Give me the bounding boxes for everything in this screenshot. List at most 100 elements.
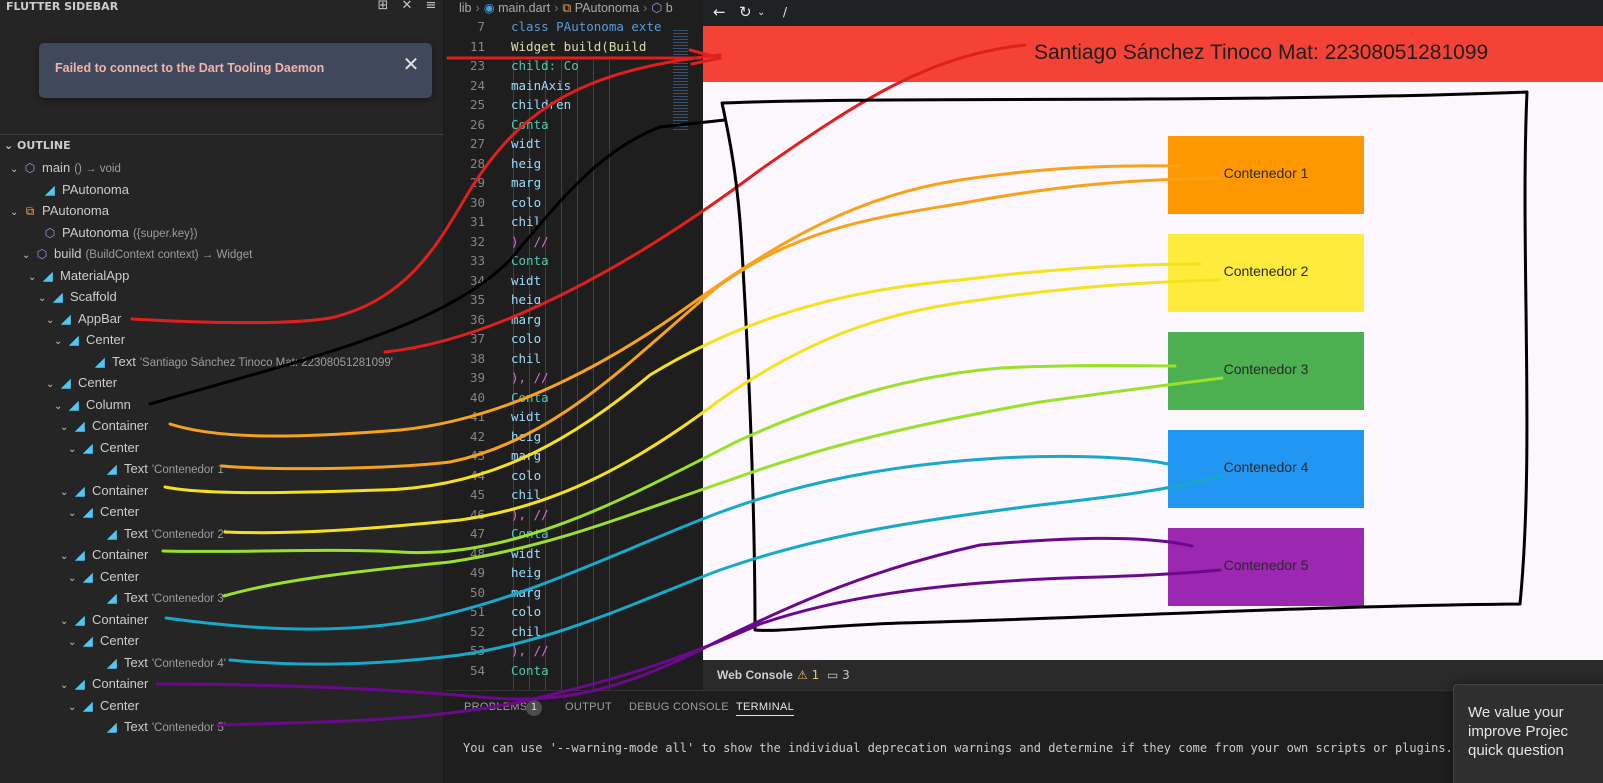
code-line[interactable]: Conta (511, 663, 549, 678)
outline-item[interactable]: ◢ Text 'Contenedor 1' (92, 458, 226, 479)
chevron-down-icon[interactable]: ⌄ (60, 417, 72, 438)
warning-icon[interactable]: ⚠ 1 (797, 668, 819, 682)
code-line[interactable]: chil (511, 487, 541, 502)
code-line[interactable]: colo (511, 468, 541, 483)
code-line[interactable]: Widget build(Build (511, 39, 646, 54)
code-line[interactable]: mainAxis (511, 78, 571, 93)
code-line[interactable]: ), // (511, 507, 549, 522)
tools-icon[interactable]: ✕ (398, 0, 416, 16)
outline-item[interactable]: ⌄ ⬡ build (BuildContext context) → Widget (22, 243, 252, 264)
outline-header[interactable]: ⌄ OUTLINE (4, 139, 71, 152)
code-line[interactable]: widt (511, 136, 541, 151)
code-line[interactable]: chil (511, 624, 541, 639)
outline-item[interactable]: ◢ PAutonoma (30, 179, 129, 200)
web-console-title[interactable]: Web Console (717, 668, 793, 682)
outline-item[interactable]: ⌄ ◢ Center (68, 566, 139, 587)
chevron-down-icon[interactable]: ⌄ (54, 331, 66, 352)
breadcrumb-item[interactable]: PAutonoma (575, 1, 639, 15)
code-line[interactable]: chil (511, 214, 541, 229)
outline-item[interactable]: ⌄ ⬡ main() → void (10, 157, 121, 178)
outline-item[interactable]: ◢ Text 'Contenedor 2' (92, 523, 226, 544)
code-line[interactable]: ), // (511, 643, 549, 658)
code-line[interactable]: Conta (511, 526, 549, 541)
chevron-down-icon[interactable]: ⌄ (10, 159, 22, 180)
breadcrumb-item[interactable]: lib (459, 1, 472, 15)
outline-item[interactable]: ⌄ ⧉ PAutonoma (10, 200, 109, 221)
chevron-down-icon[interactable]: ⌄ (60, 611, 72, 632)
outline-item[interactable]: ⌄ ◢ Container (60, 609, 148, 630)
code-line[interactable]: colo (511, 195, 541, 210)
chevron-down-icon[interactable]: ⌄ (22, 245, 34, 266)
outline-item[interactable]: ⌄ ◢ Container (60, 673, 148, 694)
tab-output[interactable]: OUTPUT (565, 701, 612, 713)
code-line[interactable]: widt (511, 273, 541, 288)
chevron-down-icon[interactable]: ⌄ (60, 675, 72, 696)
chevron-down-icon[interactable]: ⌄ (38, 288, 50, 309)
code-line[interactable]: heig (511, 156, 541, 171)
outline-item[interactable]: ⌄ ◢ Center (46, 372, 117, 393)
message-icon[interactable]: ▭ 3 (827, 668, 850, 682)
chevron-down-icon[interactable]: ⌄ (68, 697, 80, 718)
outline-item[interactable]: ⬡ PAutonoma ({super.key}) (30, 222, 198, 243)
code-line[interactable]: class PAutonoma exte (511, 19, 662, 34)
tab-problems[interactable]: PROBLEMS (464, 701, 528, 713)
outline-item[interactable]: ⌄ ◢ Center (68, 437, 139, 458)
outline-item[interactable]: ⌄ ◢ MaterialApp (28, 265, 129, 286)
code-line[interactable]: Conta (511, 253, 549, 268)
outline-item[interactable]: ⌄ ◢ Scaffold (38, 286, 117, 307)
chevron-down-icon[interactable]: ⌄ (54, 396, 66, 417)
code-line[interactable]: marg (511, 585, 541, 600)
collapse-all-icon[interactable]: ≡ (422, 0, 440, 16)
code-line[interactable]: heig (511, 565, 541, 580)
chevron-down-icon[interactable]: ⌄ (10, 202, 22, 223)
code-line[interactable]: child: Co (511, 58, 579, 73)
code-line[interactable]: heig (511, 292, 541, 307)
reload-icon[interactable]: ↻ (739, 3, 752, 21)
outline-item[interactable]: ◢ Text 'Santiago Sánchez Tinoco Mat: 22308… (80, 351, 393, 372)
new-folder-icon[interactable]: ⊞ (374, 0, 392, 16)
minimap[interactable] (673, 30, 688, 130)
outline-item[interactable]: ⌄ ◢ Container (60, 544, 148, 565)
outline-item[interactable]: ⌄ ◢ Container (60, 480, 148, 501)
code-editor[interactable]: lib › ◉ main.dart › ⧉ PAutonoma › ⬡ b 7 class P… (445, 0, 703, 690)
close-icon[interactable]: ✕ (400, 53, 422, 75)
chevron-down-icon[interactable]: ⌄ (757, 7, 765, 18)
code-line[interactable]: widt (511, 409, 541, 424)
tab-terminal[interactable]: TERMINAL (736, 701, 795, 716)
code-line[interactable]: marg (511, 312, 541, 327)
outline-item[interactable]: ⌄ ◢ Column (54, 394, 131, 415)
outline-item[interactable]: ⌄ ◢ AppBar (46, 308, 121, 329)
code-line[interactable]: Conta (511, 390, 549, 405)
code-line[interactable]: widt (511, 546, 541, 561)
chevron-down-icon[interactable]: ⌄ (28, 267, 40, 288)
chevron-down-icon[interactable]: ⌄ (46, 374, 58, 395)
chevron-down-icon[interactable]: ⌄ (68, 568, 80, 589)
outline-item[interactable]: ◢ Text 'Contenedor 5' (92, 716, 226, 737)
outline-item[interactable]: ⌄ ◢ Center (68, 695, 139, 716)
chevron-down-icon[interactable]: ⌄ (68, 503, 80, 524)
back-icon[interactable]: ← (713, 3, 726, 21)
code-line[interactable]: ), // (511, 370, 549, 385)
chevron-down-icon[interactable]: ⌄ (68, 439, 80, 460)
code-line[interactable]: colo (511, 604, 541, 619)
code-line[interactable]: colo (511, 331, 541, 346)
chevron-down-icon[interactable]: ⌄ (60, 546, 72, 567)
chevron-down-icon[interactable]: ⌄ (60, 482, 72, 503)
chevron-down-icon[interactable]: ⌄ (68, 632, 80, 653)
outline-item[interactable]: ⌄ ◢ Container (60, 415, 148, 436)
code-line[interactable]: marg (511, 175, 541, 190)
code-line[interactable]: Conta (511, 117, 549, 132)
chevron-down-icon[interactable]: ⌄ (46, 310, 58, 331)
code-line[interactable]: marg (511, 448, 541, 463)
outline-item[interactable]: ⌄ ◢ Center (68, 630, 139, 651)
survey-notification[interactable]: We value your improve Projec quick quest… (1453, 684, 1603, 783)
tab-debug-console[interactable]: DEBUG CONSOLE (629, 701, 729, 713)
code-line[interactable]: ), // (511, 234, 549, 249)
url-path[interactable]: / (783, 5, 787, 19)
outline-item[interactable]: ◢ Text 'Contenedor 4' (92, 652, 226, 673)
code-line[interactable]: chil (511, 351, 541, 366)
code-line[interactable]: heig (511, 429, 541, 444)
code-line[interactable]: children (511, 97, 571, 112)
outline-item[interactable]: ⌄ ◢ Center (54, 329, 125, 350)
breadcrumb-item[interactable]: main.dart (498, 1, 550, 15)
